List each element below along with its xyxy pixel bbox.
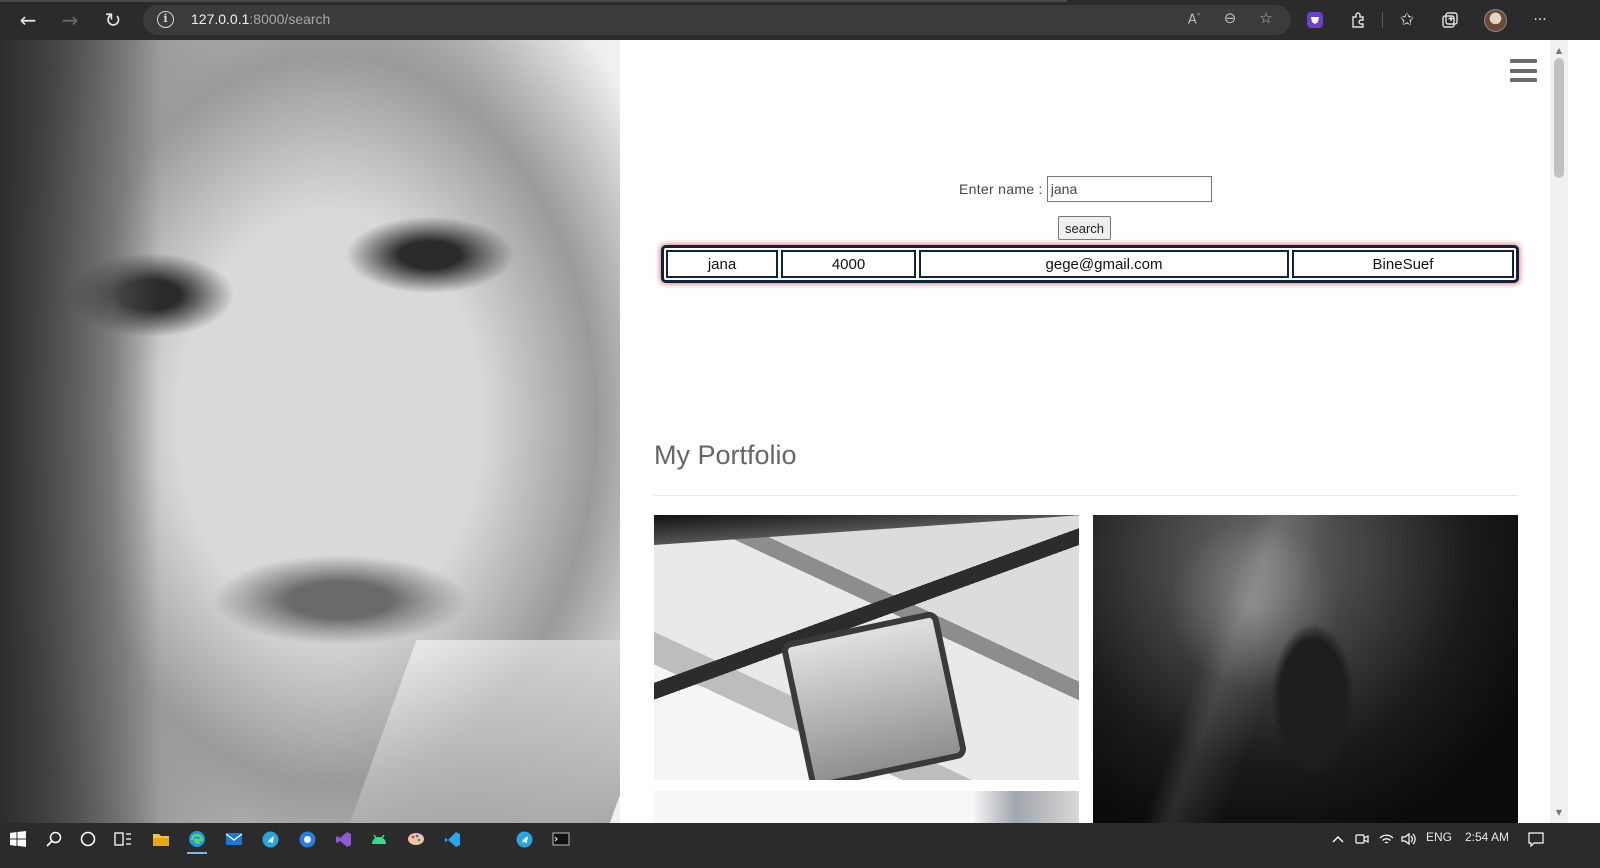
forward-icon[interactable]: → — [55, 6, 85, 34]
extension-shield-icon[interactable] — [1303, 8, 1327, 32]
search-row: Enter name : — [959, 176, 1212, 202]
loading-bar — [0, 0, 1067, 2]
telegram-desktop-icon[interactable] — [511, 827, 537, 851]
scrollbar-thumb[interactable] — [1554, 58, 1564, 178]
page-scrollbar[interactable]: ▲ ▼ — [1550, 40, 1568, 823]
language-indicator[interactable]: ENG — [1426, 830, 1452, 844]
terminal-icon[interactable] — [548, 827, 574, 851]
url-text[interactable]: 127.0.0.1:8000/search — [191, 11, 330, 27]
more-options-icon[interactable]: ··· — [1528, 8, 1552, 32]
add-favorite-icon[interactable]: ☆ — [1255, 9, 1277, 27]
portfolio-photo-wedding[interactable] — [654, 515, 1079, 780]
hero-portrait-image — [0, 40, 620, 823]
profile-avatar[interactable] — [1484, 9, 1507, 32]
windows-start-icon[interactable] — [5, 827, 31, 851]
result-email-cell: gege@gmail.com — [919, 250, 1289, 278]
vscode-icon[interactable] — [439, 827, 465, 851]
windows-taskbar: ENG 2:54 AM — [0, 823, 1600, 868]
task-view-icon[interactable] — [110, 827, 136, 851]
cortana-icon[interactable] — [75, 827, 101, 851]
search-icon[interactable] — [41, 827, 67, 851]
collections-icon[interactable] — [1438, 8, 1462, 32]
show-hidden-icons-icon[interactable] — [1325, 827, 1351, 851]
photo-car-frame — [654, 515, 1079, 545]
notifications-icon[interactable] — [1523, 827, 1549, 851]
read-aloud-icon[interactable]: Aᴬ — [1183, 11, 1205, 27]
zoom-out-icon[interactable]: ⊖ — [1219, 9, 1241, 27]
url-host: 127.0.0.1 — [191, 11, 250, 27]
address-bar[interactable]: i 127.0.0.1:8000/search Aᴬ ⊖ ☆ — [143, 5, 1291, 35]
portfolio-photo-partial[interactable] — [654, 791, 1079, 823]
mail-icon[interactable] — [221, 827, 247, 851]
clock[interactable]: 2:54 AM — [1465, 830, 1509, 844]
hero-hair-shade — [0, 40, 160, 823]
toolbar-separator — [1382, 12, 1383, 28]
main-content: Enter name : search jana 4000 gege@gmail… — [620, 40, 1550, 823]
taskbar-items: ENG 2:54 AM — [0, 823, 1568, 854]
result-amount-cell: 4000 — [781, 250, 916, 278]
photo-car-window — [780, 610, 968, 780]
favorites-icon[interactable]: ✩ — [1395, 8, 1419, 32]
reload-icon[interactable]: ↻ — [98, 6, 128, 34]
back-icon[interactable]: ← — [13, 6, 43, 34]
page-viewport: Enter name : search jana 4000 gege@gmail… — [0, 40, 1600, 823]
site-info-icon[interactable]: i — [157, 11, 174, 28]
telegram-icon[interactable] — [257, 827, 283, 851]
search-label: Enter name : — [959, 181, 1043, 197]
visual-studio-icon[interactable] — [330, 827, 356, 851]
paint-app-icon[interactable] — [403, 827, 429, 851]
browser-app-icon[interactable] — [294, 827, 320, 851]
edge-browser-icon[interactable] — [184, 827, 210, 854]
file-explorer-icon[interactable] — [148, 827, 174, 851]
search-button[interactable]: search — [1058, 216, 1112, 240]
scroll-down-icon[interactable]: ▼ — [1550, 806, 1568, 820]
url-path: :8000/search — [249, 11, 331, 27]
scroll-up-icon[interactable]: ▲ — [1550, 44, 1568, 58]
meet-now-icon[interactable] — [1349, 827, 1375, 851]
window-gutter — [1568, 40, 1600, 823]
extensions-icon[interactable] — [1347, 8, 1371, 32]
hamburger-menu-icon[interactable] — [1510, 59, 1537, 82]
result-table: jana 4000 gege@gmail.com BineSuef — [661, 245, 1519, 283]
hero-shoulder-shade — [343, 640, 620, 823]
result-name-cell: jana — [666, 250, 778, 278]
portfolio-photo-underwater[interactable] — [1093, 515, 1518, 823]
portfolio-title: My Portfolio — [654, 440, 797, 470]
search-input[interactable] — [1046, 176, 1212, 202]
result-city-cell: BineSuef — [1292, 250, 1514, 278]
volume-icon[interactable] — [1396, 827, 1422, 851]
android-studio-icon[interactable] — [366, 827, 392, 851]
portfolio-divider — [654, 495, 1518, 496]
browser-toolbar: ← → ↻ i 127.0.0.1:8000/search Aᴬ ⊖ ☆ ✩ ·… — [0, 0, 1600, 40]
